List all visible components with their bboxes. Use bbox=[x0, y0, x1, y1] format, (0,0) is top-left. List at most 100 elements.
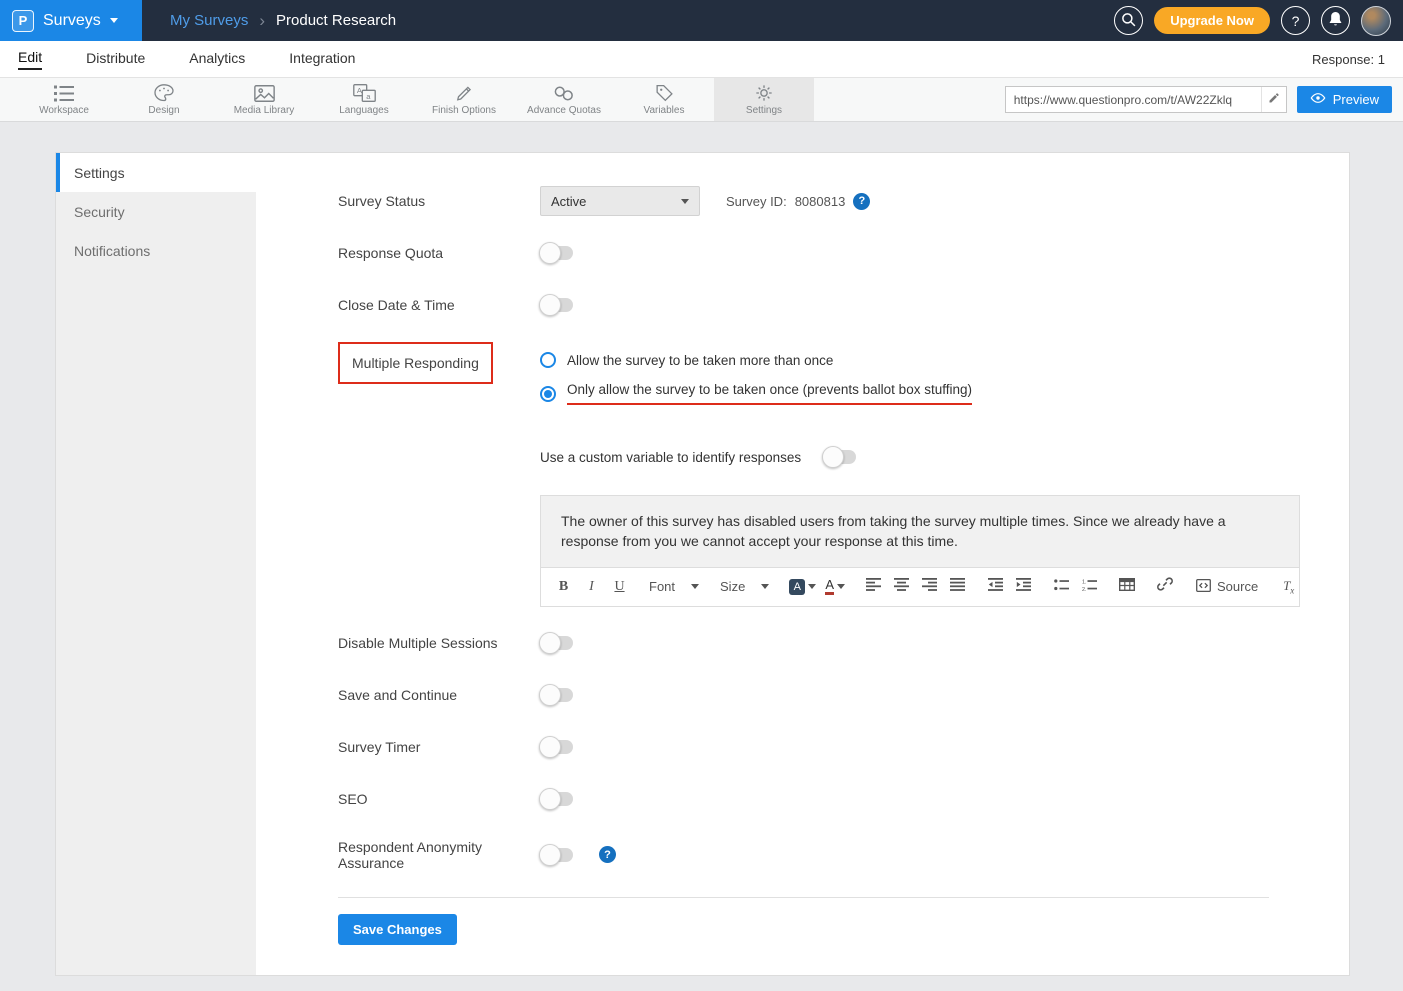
align-left-icon bbox=[866, 578, 881, 596]
size-dropdown[interactable]: Size bbox=[716, 579, 773, 594]
survey-timer-row: Survey Timer bbox=[338, 735, 1299, 759]
close-date-toggle[interactable] bbox=[540, 298, 573, 312]
radio-unchecked-icon[interactable] bbox=[540, 352, 556, 368]
product-switcher[interactable]: P Surveys bbox=[0, 0, 142, 41]
disabled-message-text[interactable]: The owner of this survey has disabled us… bbox=[541, 496, 1299, 568]
question-mark-icon: ? bbox=[1292, 13, 1300, 29]
tab-edit[interactable]: Edit bbox=[18, 49, 42, 70]
italic-button[interactable]: I bbox=[579, 574, 604, 600]
respondent-anonymity-row: Respondent Anonymity Assurance ? bbox=[338, 839, 1299, 871]
seo-toggle[interactable] bbox=[540, 792, 573, 806]
ribbon-item-advance-quotas[interactable]: Advance Quotas bbox=[514, 78, 614, 121]
search-icon bbox=[1121, 12, 1136, 30]
response-quota-toggle[interactable] bbox=[540, 246, 573, 260]
advance-quotas-icon bbox=[553, 84, 575, 103]
save-and-continue-toggle[interactable] bbox=[540, 688, 573, 702]
background-color-button[interactable]: A bbox=[786, 574, 819, 600]
avatar[interactable] bbox=[1361, 6, 1391, 36]
disable-multiple-sessions-label: Disable Multiple Sessions bbox=[338, 635, 540, 651]
ribbon-item-design[interactable]: Design bbox=[114, 78, 214, 121]
save-and-continue-label: Save and Continue bbox=[338, 687, 540, 703]
multiple-responding-label: Multiple Responding bbox=[352, 355, 479, 371]
indent-increase-button[interactable] bbox=[1011, 574, 1036, 600]
radio-checked-icon[interactable] bbox=[540, 386, 556, 402]
tab-distribute[interactable]: Distribute bbox=[86, 50, 145, 69]
insert-table-button[interactable] bbox=[1115, 574, 1140, 600]
notifications-button[interactable] bbox=[1321, 6, 1350, 35]
radio-only-once[interactable]: Only allow the survey to be taken once (… bbox=[540, 382, 972, 405]
preview-button[interactable]: Preview bbox=[1297, 86, 1392, 113]
settings-sidebar: Settings Security Notifications bbox=[56, 153, 256, 975]
disabled-message-editor: The owner of this survey has disabled us… bbox=[540, 495, 1300, 607]
respondent-anonymity-toggle[interactable] bbox=[540, 848, 573, 862]
ribbon-item-languages[interactable]: Aa Languages bbox=[314, 78, 414, 121]
ribbon-item-media-library[interactable]: Media Library bbox=[214, 78, 314, 121]
remove-format-icon: Tx bbox=[1283, 578, 1294, 596]
align-right-button[interactable] bbox=[917, 574, 942, 600]
underline-button[interactable]: U bbox=[607, 574, 632, 600]
respondent-anonymity-label: Respondent Anonymity Assurance bbox=[338, 839, 540, 871]
remove-format-button[interactable]: Tx bbox=[1276, 574, 1301, 600]
breadcrumb-my-surveys[interactable]: My Surveys bbox=[170, 12, 248, 29]
source-code-icon bbox=[1196, 579, 1211, 595]
seo-label: SEO bbox=[338, 791, 540, 807]
chevron-down-icon bbox=[691, 584, 699, 589]
survey-status-row: Survey Status Active Survey ID: 8080813 … bbox=[338, 186, 1299, 216]
search-button[interactable] bbox=[1114, 6, 1143, 35]
numbered-list-icon: 1.2. bbox=[1082, 578, 1097, 596]
source-button[interactable]: Source bbox=[1191, 579, 1263, 595]
disable-multiple-sessions-toggle[interactable] bbox=[540, 636, 573, 650]
edit-url-button[interactable] bbox=[1261, 87, 1286, 112]
sidebar-item-security[interactable]: Security bbox=[56, 192, 256, 231]
save-changes-button[interactable]: Save Changes bbox=[338, 914, 457, 945]
ribbon-item-settings[interactable]: Settings bbox=[714, 78, 814, 121]
sidebar-item-notifications[interactable]: Notifications bbox=[56, 231, 256, 270]
survey-id-value: 8080813 bbox=[795, 194, 846, 209]
insert-link-button[interactable] bbox=[1153, 574, 1178, 600]
text-color-button[interactable]: A bbox=[822, 574, 848, 600]
ribbon-right-actions: Preview bbox=[1005, 78, 1403, 121]
tab-integration[interactable]: Integration bbox=[289, 50, 355, 69]
questionpro-logo: P bbox=[12, 10, 34, 32]
top-navigation-bar: P Surveys My Surveys › Product Research … bbox=[0, 0, 1403, 41]
survey-timer-toggle[interactable] bbox=[540, 740, 573, 754]
bold-button[interactable]: B bbox=[551, 574, 576, 600]
custom-variable-toggle[interactable] bbox=[823, 450, 856, 464]
custom-variable-row: Use a custom variable to identify respon… bbox=[540, 445, 1299, 469]
bullet-list-icon bbox=[1054, 578, 1069, 596]
response-quota-label: Response Quota bbox=[338, 245, 540, 261]
align-justify-button[interactable] bbox=[945, 574, 970, 600]
survey-url-input[interactable] bbox=[1006, 93, 1261, 107]
survey-timer-label: Survey Timer bbox=[338, 739, 540, 755]
numbered-list-button[interactable]: 1.2. bbox=[1077, 574, 1102, 600]
respondent-anonymity-help-icon[interactable]: ? bbox=[599, 846, 616, 863]
indent-decrease-button[interactable] bbox=[983, 574, 1008, 600]
ribbon-item-variables[interactable]: Variables bbox=[614, 78, 714, 121]
topbar-actions: Upgrade Now ? bbox=[1114, 6, 1403, 36]
survey-id-help-icon[interactable]: ? bbox=[853, 193, 870, 210]
align-center-icon bbox=[894, 578, 909, 596]
ribbon-item-finish-options[interactable]: Finish Options bbox=[414, 78, 514, 121]
breadcrumb: My Surveys › Product Research bbox=[170, 11, 396, 31]
close-date-label: Close Date & Time bbox=[338, 297, 540, 313]
font-dropdown[interactable]: Font bbox=[645, 579, 703, 594]
ribbon-item-workspace[interactable]: Workspace bbox=[14, 78, 114, 121]
breadcrumb-current-survey: Product Research bbox=[276, 12, 396, 29]
survey-url-box bbox=[1005, 86, 1287, 113]
eye-icon bbox=[1310, 92, 1326, 107]
tab-analytics[interactable]: Analytics bbox=[189, 50, 245, 69]
upgrade-button[interactable]: Upgrade Now bbox=[1154, 7, 1270, 34]
variables-icon bbox=[655, 84, 674, 103]
design-icon bbox=[154, 84, 174, 103]
close-date-row: Close Date & Time bbox=[338, 290, 1299, 320]
survey-status-select[interactable]: Active bbox=[540, 186, 700, 216]
sidebar-item-settings[interactable]: Settings bbox=[56, 153, 256, 192]
form-divider bbox=[338, 897, 1269, 898]
chevron-down-icon bbox=[110, 18, 118, 23]
help-button[interactable]: ? bbox=[1281, 6, 1310, 35]
align-left-button[interactable] bbox=[861, 574, 886, 600]
pencil-icon bbox=[1268, 91, 1280, 109]
radio-allow-multiple[interactable]: Allow the survey to be taken more than o… bbox=[540, 352, 972, 368]
align-center-button[interactable] bbox=[889, 574, 914, 600]
bullet-list-button[interactable] bbox=[1049, 574, 1074, 600]
